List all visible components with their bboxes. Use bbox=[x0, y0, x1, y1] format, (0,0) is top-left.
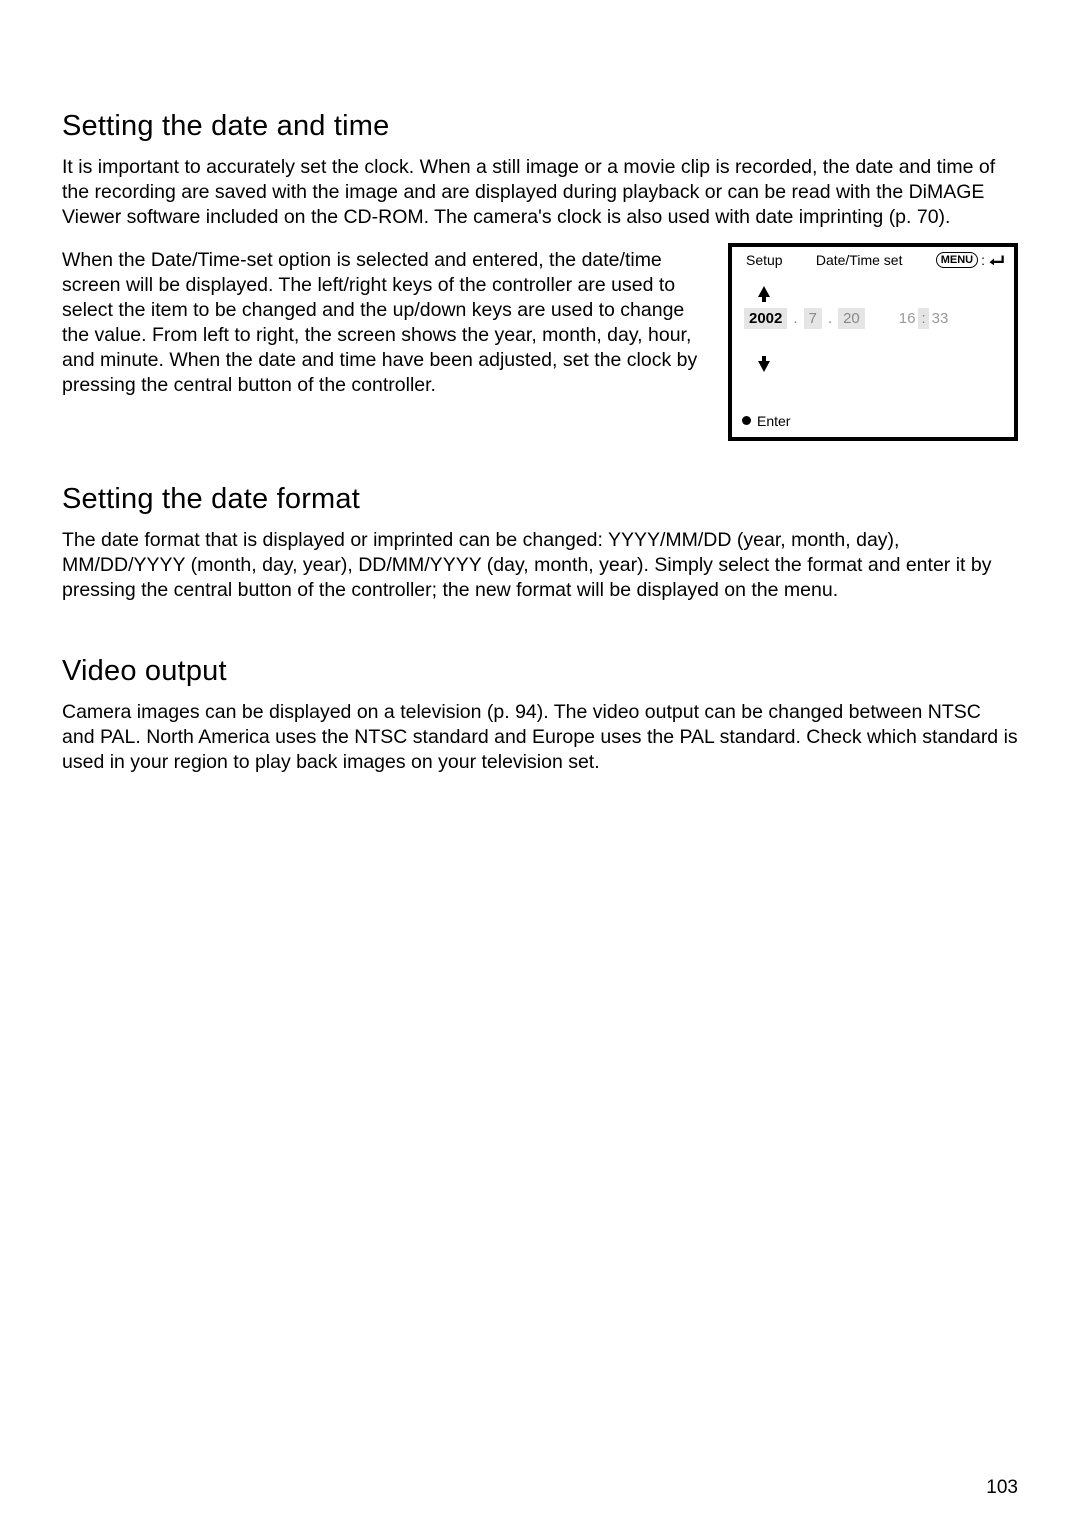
menu-back-indicator: MENU : bbox=[936, 252, 1006, 268]
separator-dot: . bbox=[828, 310, 832, 327]
date-time-row: 2002 . 7 . 20 16 : 33 bbox=[732, 308, 1014, 329]
menu-pill: MENU bbox=[936, 252, 978, 268]
dot-icon bbox=[742, 416, 751, 425]
section3-heading: Video output bbox=[62, 655, 1018, 688]
back-arrow-icon bbox=[988, 253, 1006, 267]
up-arrow-icon bbox=[756, 285, 772, 306]
section1-para2: When the Date/Time-set option is selecte… bbox=[62, 248, 704, 398]
setup-label: Setup bbox=[746, 252, 783, 268]
separator-dot: . bbox=[793, 310, 797, 327]
screen-title: Date/Time set bbox=[816, 252, 903, 268]
section1-heading: Setting the date and time bbox=[62, 110, 1018, 143]
down-arrow-icon bbox=[756, 355, 772, 376]
section2-para: The date format that is displayed or imp… bbox=[62, 528, 1018, 603]
camera-screen-illustration: Setup Date/Time set MENU : 2002 . 7 . 20 bbox=[728, 243, 1018, 441]
time-colon: : bbox=[918, 308, 928, 329]
colon-separator: : bbox=[981, 252, 985, 268]
page-number: 103 bbox=[986, 1477, 1018, 1499]
section1-para1: It is important to accurately set the cl… bbox=[62, 155, 1018, 230]
section3-para: Camera images can be displayed on a tele… bbox=[62, 700, 1018, 775]
month-value: 7 bbox=[804, 308, 822, 329]
enter-label: Enter bbox=[757, 413, 790, 429]
hour-value: 16 bbox=[897, 310, 918, 327]
day-value: 20 bbox=[838, 308, 865, 329]
enter-indicator: Enter bbox=[742, 413, 790, 429]
minute-value: 33 bbox=[930, 310, 951, 327]
year-value: 2002 bbox=[744, 308, 787, 329]
section2-heading: Setting the date format bbox=[62, 483, 1018, 516]
